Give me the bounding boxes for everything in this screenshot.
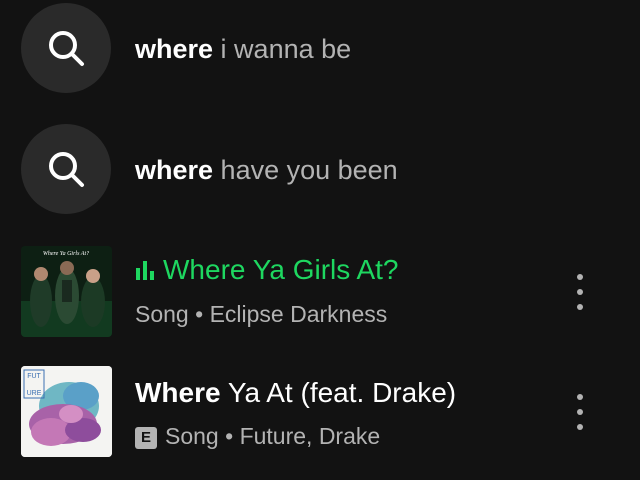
album-artwork-image: FUT URE <box>21 366 112 457</box>
song-subtitle: E Song • Future, Drake <box>135 422 380 450</box>
search-icon-circle <box>21 3 111 93</box>
explicit-badge: E <box>135 427 157 449</box>
more-vertical-icon[interactable] <box>566 392 594 432</box>
suggestion-rest: i wanna be <box>213 34 352 64</box>
suggestion-bold: where <box>135 155 214 185</box>
search-icon <box>49 152 84 187</box>
song-type: Song <box>135 301 189 327</box>
song-result-row[interactable]: FUT URE Where Ya At (feat. Drake) E Song … <box>0 366 640 458</box>
song-title-row: Where Ya Girls At? <box>135 253 399 287</box>
search-suggestion[interactable]: where have you been <box>0 124 640 216</box>
song-title-row: Where Ya At (feat. Drake) <box>135 376 456 410</box>
equalizer-icon <box>136 261 154 280</box>
search-icon-circle <box>21 124 111 214</box>
suggestion-text: where i wanna be <box>135 33 351 65</box>
song-title-bold: Where <box>135 377 221 408</box>
album-artwork-image: Where Ya Girls At? <box>21 246 112 337</box>
suggestion-bold: where <box>135 34 214 64</box>
song-title: Where Ya Girls At? <box>163 254 399 285</box>
artist-name: Future, Drake <box>239 423 381 449</box>
artwork-title: FUT <box>27 373 41 380</box>
artist-name: Eclipse Darkness <box>209 301 388 327</box>
album-artwork: Where Ya Girls At? <box>21 246 112 337</box>
search-suggestion[interactable]: where i wanna be <box>0 3 640 95</box>
song-subtitle: Song • Eclipse Darkness <box>135 300 387 328</box>
artwork-title: URE <box>27 390 42 397</box>
song-result-row[interactable]: Where Ya Girls At? Where Ya Girls At? So… <box>0 246 640 338</box>
separator: • <box>188 301 210 327</box>
album-artwork: FUT URE <box>21 366 112 457</box>
song-title-rest: Ya At (feat. Drake) <box>220 377 457 408</box>
song-type: Song <box>165 423 219 449</box>
artwork-title: Where Ya Girls At? <box>43 251 89 257</box>
search-icon <box>49 31 84 66</box>
more-vertical-icon[interactable] <box>566 272 594 312</box>
suggestion-text: where have you been <box>135 154 398 186</box>
suggestion-rest: have you been <box>213 155 398 185</box>
separator: • <box>218 423 240 449</box>
